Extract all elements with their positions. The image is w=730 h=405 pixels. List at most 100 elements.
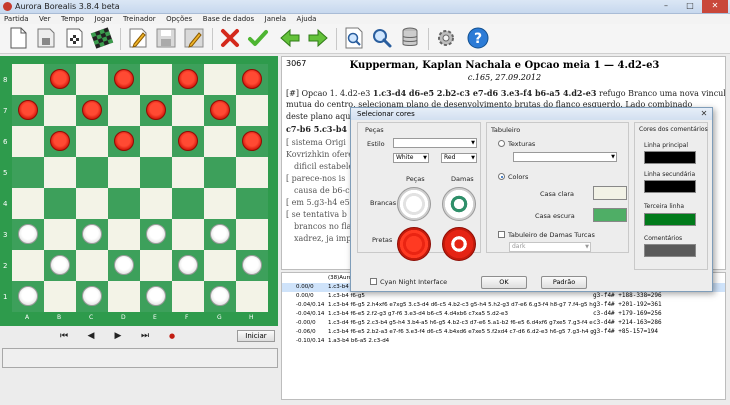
board-square[interactable] (12, 157, 44, 188)
board-square[interactable] (108, 64, 140, 95)
record-icon[interactable]: ● (166, 330, 178, 342)
close-button[interactable]: ✕ (702, 0, 728, 13)
turkish-board-select[interactable]: dark ▼ (509, 242, 591, 252)
style-select[interactable]: ▼ (393, 138, 477, 148)
cancel-icon[interactable] (218, 26, 242, 50)
colors-radio[interactable] (498, 173, 505, 180)
board-square[interactable] (236, 281, 268, 312)
next-move-button[interactable]: ▶ (112, 330, 124, 342)
white-piece[interactable] (18, 286, 38, 306)
board-square[interactable] (12, 95, 44, 126)
gear-icon[interactable] (434, 26, 458, 50)
red-piece[interactable] (242, 131, 262, 151)
first-move-button[interactable]: ⏮ (58, 330, 70, 342)
white-piece[interactable] (50, 255, 70, 275)
minimize-button[interactable]: – (654, 0, 678, 13)
red-piece[interactable] (242, 69, 262, 89)
ok-button[interactable]: OK (481, 276, 527, 289)
board-square[interactable] (140, 95, 172, 126)
board-square[interactable] (172, 219, 204, 250)
last-move-button[interactable]: ⏭ (139, 330, 151, 342)
board-square[interactable] (12, 250, 44, 281)
board-square[interactable] (44, 95, 76, 126)
board-square[interactable] (172, 64, 204, 95)
comments-color-swatch[interactable] (644, 244, 696, 257)
checkers-icon[interactable] (90, 26, 114, 50)
menu-tempo[interactable]: Tempo (57, 14, 88, 24)
board-square[interactable] (76, 64, 108, 95)
white-piece[interactable] (114, 255, 134, 275)
white-color-select[interactable]: White ▼ (393, 153, 429, 163)
board-square[interactable] (140, 188, 172, 219)
board-square[interactable] (204, 157, 236, 188)
board-square[interactable] (108, 250, 140, 281)
board-square[interactable] (44, 188, 76, 219)
white-piece[interactable] (18, 224, 38, 244)
red-piece[interactable] (114, 69, 134, 89)
menu-base-de-dados[interactable]: Base de dados (199, 14, 258, 24)
menu-jogar[interactable]: Jogar (91, 14, 117, 24)
white-piece[interactable] (146, 286, 166, 306)
board-square[interactable] (44, 281, 76, 312)
red-king-swatch[interactable] (442, 227, 476, 261)
board-square[interactable] (108, 95, 140, 126)
board-square[interactable] (140, 250, 172, 281)
board-square[interactable] (12, 126, 44, 157)
board-square[interactable] (204, 281, 236, 312)
white-piece[interactable] (242, 255, 262, 275)
board-square[interactable] (108, 188, 140, 219)
board-square[interactable] (12, 219, 44, 250)
board-square[interactable] (204, 95, 236, 126)
forward-arrow-icon[interactable] (306, 26, 330, 50)
board-square[interactable] (108, 219, 140, 250)
menu-treinador[interactable]: Treinador (119, 14, 160, 24)
white-piece[interactable] (82, 286, 102, 306)
board-square[interactable] (204, 126, 236, 157)
board-square[interactable] (172, 157, 204, 188)
back-arrow-icon[interactable] (278, 26, 302, 50)
database-icon[interactable] (398, 26, 422, 50)
new-icon[interactable] (6, 26, 30, 50)
notes-moves-line[interactable]: c7-b6 5.c3-b4 (286, 124, 347, 134)
board-square[interactable] (76, 250, 108, 281)
white-piece[interactable] (82, 224, 102, 244)
board-square[interactable] (140, 157, 172, 188)
board-square[interactable] (108, 281, 140, 312)
save-icon[interactable] (34, 26, 58, 50)
floppy-icon[interactable] (154, 26, 178, 50)
board-square[interactable] (76, 281, 108, 312)
board-square[interactable] (140, 281, 172, 312)
board-square[interactable] (12, 64, 44, 95)
board-square[interactable] (172, 281, 204, 312)
start-button[interactable]: Iniciar (237, 330, 275, 342)
red-piece[interactable] (50, 131, 70, 151)
white-king-swatch[interactable] (442, 187, 476, 221)
third-line-color-swatch[interactable] (644, 213, 696, 226)
board-square[interactable] (236, 64, 268, 95)
main-line-color-swatch[interactable] (644, 151, 696, 164)
menu-ver[interactable]: Ver (35, 14, 54, 24)
board-square[interactable] (236, 219, 268, 250)
checkers-board[interactable] (12, 64, 268, 312)
board-square[interactable] (108, 126, 140, 157)
menu-janela[interactable]: Janela (261, 14, 290, 24)
board-square[interactable] (76, 126, 108, 157)
red-piece[interactable] (178, 131, 198, 151)
board-square[interactable] (204, 188, 236, 219)
texture-select[interactable]: ▼ (513, 152, 617, 162)
board-square[interactable] (76, 188, 108, 219)
light-square-swatch[interactable] (593, 186, 627, 200)
board-square[interactable] (172, 250, 204, 281)
menu-partida[interactable]: Partida (0, 14, 33, 24)
board-square[interactable] (44, 219, 76, 250)
analysis-row[interactable]: -0.10/0.14 1.a3-b4 b6-a5 2.c3-d4 (282, 337, 725, 346)
menu-ajuda[interactable]: Ajuda (293, 14, 321, 24)
previous-move-button[interactable]: ◀ (85, 330, 97, 342)
red-piece-swatch[interactable] (397, 227, 431, 261)
board-square[interactable] (108, 157, 140, 188)
board-square[interactable] (236, 157, 268, 188)
board-square[interactable] (44, 64, 76, 95)
edit-save-icon[interactable] (182, 26, 206, 50)
white-piece[interactable] (210, 224, 230, 244)
red-piece[interactable] (18, 100, 38, 120)
